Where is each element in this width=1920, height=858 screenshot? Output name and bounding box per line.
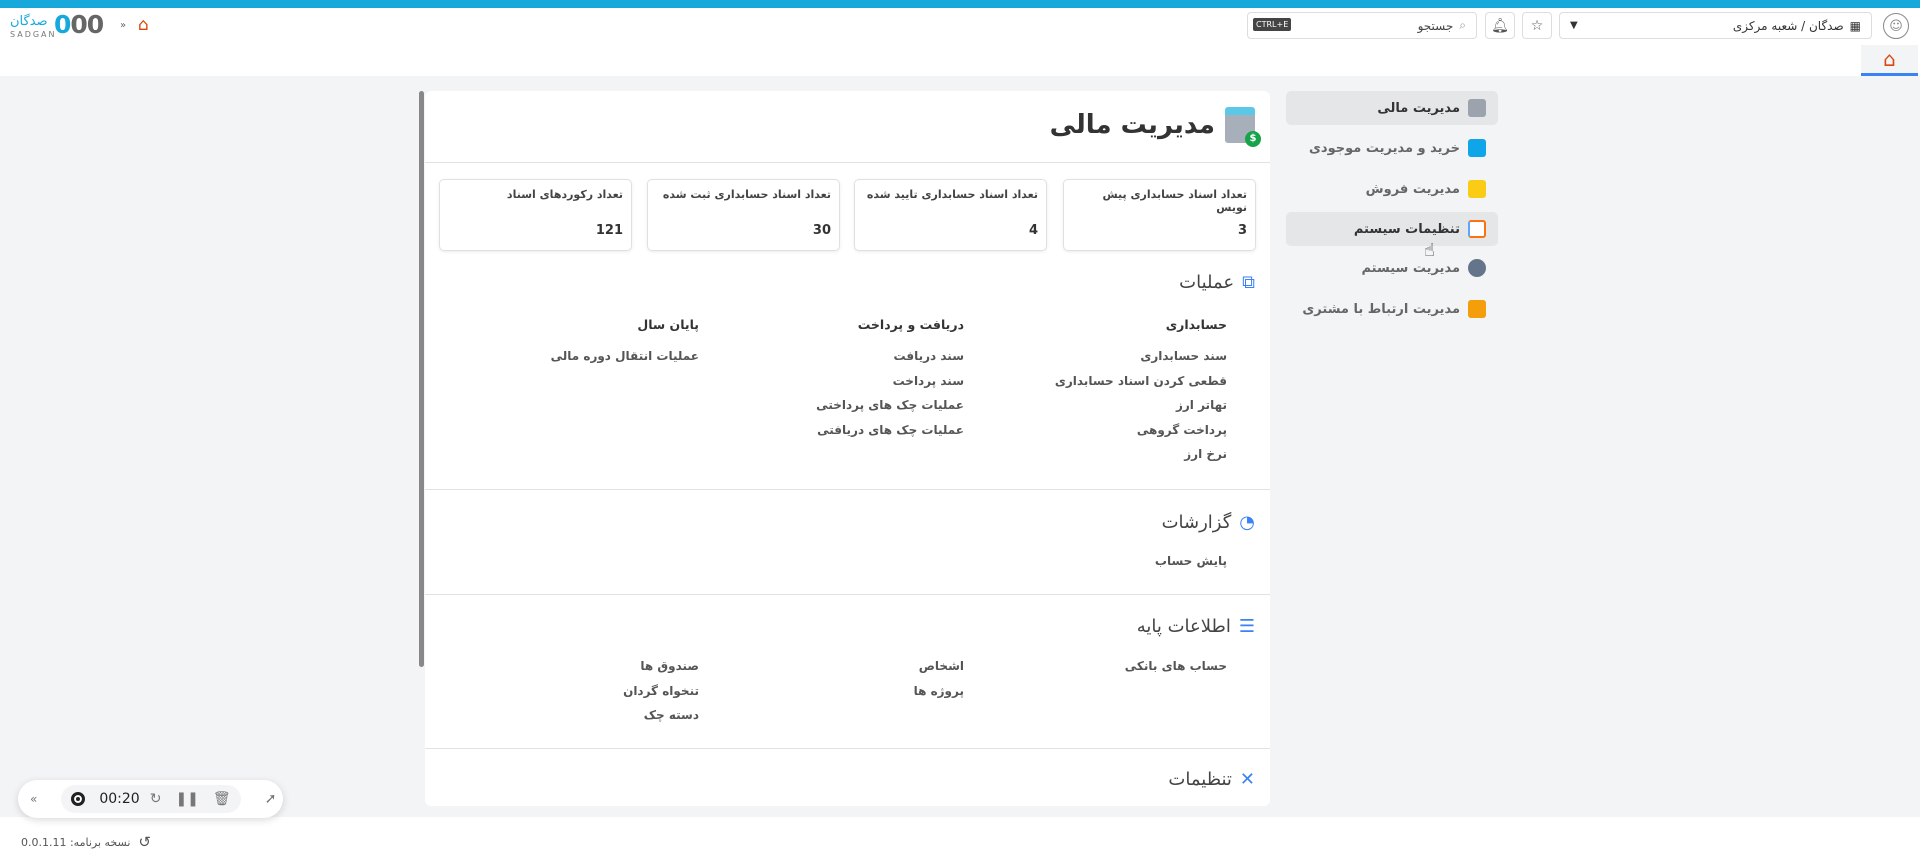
cursor-hand-icon: ☝ [1424, 240, 1435, 261]
app-version: ↺ نسخه برنامه: 0.0.1.11 [21, 833, 151, 851]
column-base-2: اشخاص پروژه ها [914, 659, 964, 708]
link[interactable]: عملیات چک های دریافتی [816, 423, 964, 448]
divider [425, 489, 1270, 490]
link[interactable]: سند حسابداری [1055, 349, 1227, 374]
tab-bar [0, 53, 1920, 76]
link[interactable]: اشخاص [914, 659, 964, 684]
collapse-toggle[interactable]: » [120, 20, 126, 31]
chevron-down-icon: ▼ [1570, 20, 1578, 31]
main-panel: $ مدیریت مالی تعداد اسناد حسابداری پیش ن… [425, 91, 1270, 806]
link[interactable]: پروژه ها [914, 684, 964, 709]
stat-card-registered[interactable]: تعداد اسناد حسابداری ثبت شده 30 [647, 179, 840, 251]
link[interactable]: حساب های بانکی [1125, 659, 1227, 684]
sidebar-item-finance[interactable]: مدیریت مالی [1286, 91, 1498, 125]
settings-window-icon [1468, 220, 1486, 238]
section-settings-title: ✕ تنظیمات [1168, 769, 1255, 790]
link[interactable]: صندوق ها [623, 659, 699, 684]
column-base-1: حساب های بانکی [1125, 659, 1227, 684]
pause-icon[interactable]: ❚❚ [175, 791, 198, 807]
logo-text-en: SADGAN [10, 30, 57, 39]
sidebar-item-purchase[interactable]: خرید و مدیریت موجودی [1286, 131, 1498, 165]
link[interactable]: قطعی کردن اسناد حسابداری [1055, 374, 1227, 399]
top-accent-bar [0, 0, 1920, 8]
logo-mark[interactable]: 000000 [54, 10, 104, 39]
building-icon: ▦ [1849, 18, 1861, 33]
column-year-end: پایان سال عملیات انتقال دوره مالی [551, 317, 699, 374]
link[interactable]: پایش حساب [1155, 554, 1227, 579]
warehouse-icon [1468, 139, 1486, 157]
sidebar-item-crm[interactable]: مدیریت ارتباط با مشتری [1286, 292, 1498, 326]
user-avatar-icon[interactable]: ☺ [1883, 13, 1909, 39]
restart-icon[interactable]: ↻ [150, 791, 162, 807]
link[interactable]: پرداخت گروهی [1055, 423, 1227, 448]
page-title: $ مدیریت مالی [1050, 107, 1261, 147]
link[interactable]: نرخ ارز [1055, 447, 1227, 472]
bell-icon[interactable]: 🔔︎ [1485, 12, 1515, 39]
stat-card-draft[interactable]: تعداد اسناد حسابداری پیش نویس 3 [1063, 179, 1256, 251]
tools-icon: ✕ [1239, 769, 1255, 790]
calculator-icon: $ [1225, 107, 1261, 147]
column-receipts-payments: دریافت و پرداخت سند دریافت سند پرداخت عم… [816, 317, 964, 447]
gear-icon [1468, 259, 1486, 277]
stat-card-approved[interactable]: تعداد اسناد حسابداری تایید شده 4 [854, 179, 1047, 251]
link[interactable]: تنخواه گردان [623, 684, 699, 709]
link[interactable]: سند پرداخت [816, 374, 964, 399]
home-icon: ⌂ [1883, 47, 1896, 71]
column-accounting: حسابداری سند حسابداری قطعی کردن اسناد حس… [1055, 317, 1227, 472]
shortcut-badge: CTRL+E [1253, 18, 1292, 31]
recorder-widget: « 00:20 ↻ ❚❚ 🗑︎ ➚ [18, 780, 283, 818]
column-reports: پایش حساب [1155, 554, 1227, 579]
shopping-bag-icon [1468, 180, 1486, 198]
footer [0, 817, 1920, 858]
link[interactable]: دسته چک [623, 708, 699, 733]
scrollbar[interactable] [419, 91, 424, 667]
link[interactable]: سند دریافت [816, 349, 964, 374]
history-icon: ↺ [138, 833, 151, 851]
sidebar-item-system-management[interactable]: مدیریت سیستم [1286, 251, 1498, 285]
stop-record-button[interactable] [71, 792, 86, 806]
calculator-icon [1468, 99, 1486, 117]
collapse-icon[interactable]: « [30, 792, 37, 806]
home-icon[interactable]: ⌂ [138, 15, 149, 35]
section-reports-title: ◔ گزارشات [1161, 512, 1255, 533]
star-icon[interactable]: ☆ [1522, 12, 1552, 39]
column-base-3: صندوق ها تنخواه گردان دسته چک [623, 659, 699, 733]
divider [425, 748, 1270, 749]
sidebar-item-sales[interactable]: مدیریت فروش [1286, 172, 1498, 206]
pointer-icon[interactable]: ➚ [265, 791, 277, 807]
sidebar-item-system-settings[interactable]: تنظیمات سیستم [1286, 212, 1498, 246]
link[interactable]: عملیات چک های پرداختی [816, 398, 964, 423]
search-input[interactable]: ⌕ جستجو CTRL+E [1247, 12, 1477, 39]
search-icon: ⌕ [1459, 18, 1466, 32]
divider [425, 594, 1270, 595]
stat-card-records[interactable]: تعداد رکوردهای اسناد 121 [439, 179, 632, 251]
operations-icon: ⧉ [1242, 272, 1255, 293]
database-icon: ☰ [1238, 616, 1255, 637]
trash-icon[interactable]: 🗑︎ [213, 791, 231, 807]
section-operations-title: ⧉ عملیات [1179, 272, 1255, 293]
logo-text-fa: صدگان [10, 14, 48, 29]
tab-home[interactable]: ⌂ [1861, 45, 1918, 76]
record-timer: 00:20 [99, 791, 140, 807]
divider [425, 162, 1270, 163]
branch-select[interactable]: ▦ صدگان / شعبه مرکزی ▼ [1559, 12, 1872, 39]
link[interactable]: تهاتر ارز [1055, 398, 1227, 423]
reports-icon: ◔ [1239, 512, 1255, 533]
users-icon [1468, 300, 1486, 318]
section-base-info-title: ☰ اطلاعات پایه [1136, 616, 1255, 637]
link[interactable]: عملیات انتقال دوره مالی [551, 349, 699, 374]
